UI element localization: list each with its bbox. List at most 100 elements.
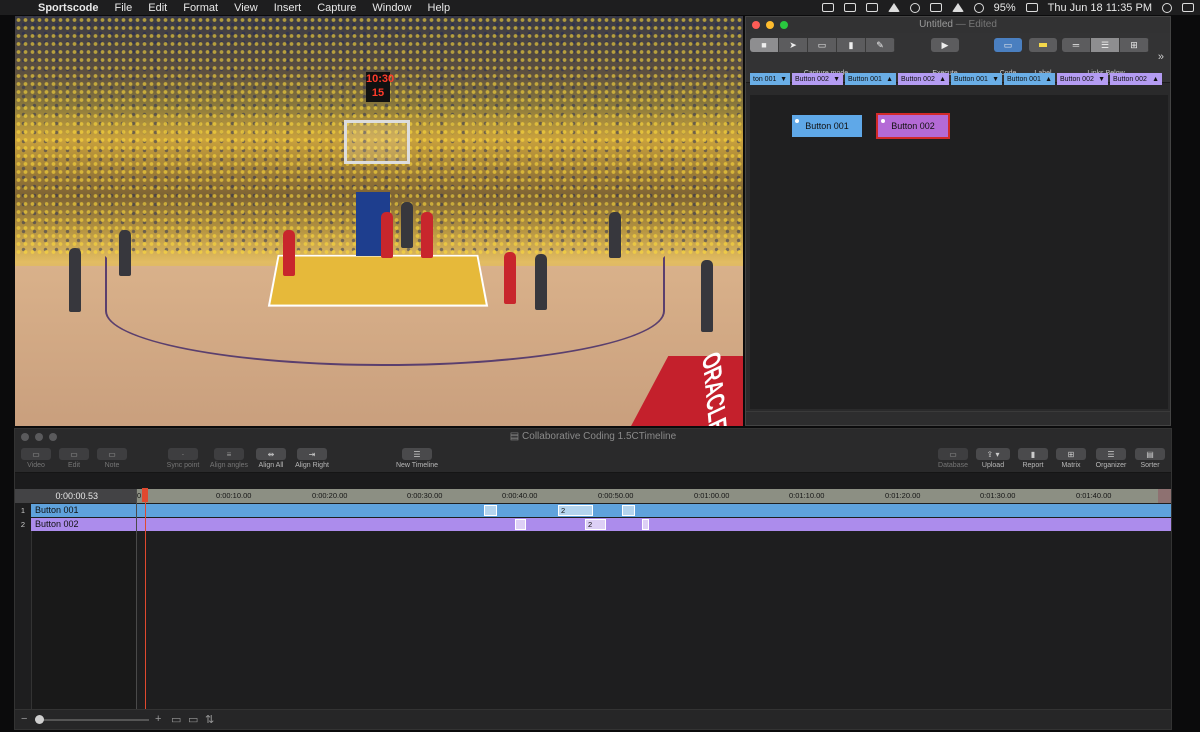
edit-tool[interactable]: ▭ Edit <box>57 448 91 469</box>
code-instance[interactable] <box>515 519 526 530</box>
new-timeline-tool[interactable]: ☰ New Timeline <box>391 448 443 469</box>
drive-icon[interactable] <box>843 3 856 12</box>
chart-mode-icon[interactable]: ▮ <box>837 38 866 52</box>
video-capture-icon[interactable]: ■ <box>750 38 779 52</box>
tag-item[interactable]: Button 002 ▲ <box>898 73 949 85</box>
code-window-titlebar[interactable]: Untitled — Edited <box>746 17 1170 33</box>
zoom-slider-track[interactable] <box>35 719 149 721</box>
minimize-icon[interactable] <box>766 21 774 29</box>
links-below-icon[interactable]: ☰ <box>1091 38 1120 52</box>
pointer-mode-icon[interactable]: ➤ <box>779 38 808 52</box>
links-off-icon[interactable]: ═ <box>1062 38 1091 52</box>
timeline-row[interactable]: 2 Button 002 2 <box>15 518 1171 531</box>
organizer-tool[interactable]: ☰ Organizer <box>1092 448 1130 469</box>
close-icon[interactable] <box>21 433 29 441</box>
bluetooth-icon[interactable] <box>951 3 964 12</box>
report-tool[interactable]: ▮ Report <box>1016 448 1050 469</box>
battery-icon[interactable] <box>1025 3 1038 12</box>
code-button-002[interactable]: Button 002 <box>876 113 950 139</box>
wifi-icon[interactable] <box>973 2 984 13</box>
row-header-divider <box>136 489 137 709</box>
execute-button[interactable]: ▶ <box>931 38 959 52</box>
menu-insert[interactable]: Insert <box>266 2 310 14</box>
row-name[interactable]: Button 002 <box>31 518 136 531</box>
menu-app-name[interactable]: Sportscode <box>30 2 107 14</box>
sort-rows-icon[interactable]: ⇅ <box>205 713 214 726</box>
collapse-rows-icon[interactable]: ▭ <box>188 713 198 726</box>
code-instance[interactable] <box>622 505 635 516</box>
sorter-tool[interactable]: ▤ Sorter <box>1133 448 1167 469</box>
clock[interactable]: Thu Jun 18 11:35 PM <box>1048 2 1152 14</box>
timer-icon[interactable] <box>929 3 942 12</box>
timeline-row[interactable]: 1 Button 001 2 <box>15 504 1171 517</box>
timeline-titlebar[interactable]: ▤ Collaborative Coding 1.5CTimeline <box>15 429 1171 445</box>
current-timecode[interactable]: 0:00:00.53 <box>15 489 136 503</box>
upload-label: Upload <box>981 462 1005 469</box>
row-name[interactable]: Button 001 <box>31 504 136 517</box>
pencil-mode-icon[interactable]: ✎ <box>866 38 895 52</box>
toolbar-overflow-icon[interactable]: » <box>1158 51 1164 63</box>
battery-percent: 95% <box>993 1 1016 14</box>
sync-icon[interactable] <box>887 3 900 12</box>
code-instance[interactable]: 2 <box>585 519 606 530</box>
tag-item[interactable]: Button 001 ▼ <box>951 73 1002 85</box>
upload-tool[interactable]: ⇪ ▾ Upload <box>973 448 1013 469</box>
display-icon[interactable] <box>865 3 878 12</box>
ruler-label: 0:00:30.00 <box>407 491 443 500</box>
security-icon[interactable] <box>909 2 920 13</box>
menu-view[interactable]: View <box>226 2 266 14</box>
tag-item[interactable]: Button 001 ▲ <box>845 73 896 85</box>
row-lane[interactable]: 2 <box>136 518 1171 531</box>
links-all-icon[interactable]: ⊞ <box>1120 38 1149 52</box>
tag-item[interactable]: Button 002 ▲ <box>1110 73 1162 85</box>
menu-window[interactable]: Window <box>364 2 419 14</box>
menu-help[interactable]: Help <box>420 2 459 14</box>
tag-item[interactable]: ton 001 ▼ <box>750 73 790 85</box>
menu-file[interactable]: File <box>107 2 141 14</box>
timeline-title: Collaborative Coding 1.5CTimeline <box>522 431 677 442</box>
video-tool[interactable]: ▭ Video <box>19 448 53 469</box>
ruler-label: 0:01:00.00 <box>694 491 730 500</box>
code-instance[interactable] <box>642 519 649 530</box>
label-button[interactable] <box>1029 38 1057 52</box>
tag-item[interactable]: Button 002 ▼ <box>1057 73 1108 85</box>
sync-point-tool[interactable]: · Sync point <box>163 448 203 469</box>
code-button-001[interactable]: Button 001 <box>792 115 862 137</box>
zoom-slider-knob[interactable] <box>35 715 44 724</box>
align-right-tool[interactable]: ⇥ Align Right <box>291 448 333 469</box>
expand-rows-icon[interactable]: ▭ <box>171 713 181 726</box>
note-tool[interactable]: ▭ Note <box>95 448 129 469</box>
code-instance[interactable] <box>484 505 497 516</box>
zoom-in-icon[interactable]: + <box>155 713 161 725</box>
align-angles-tool[interactable]: ≡ Align angles <box>205 448 253 469</box>
align-all-tool[interactable]: ⇹ Align All <box>253 448 289 469</box>
video-player[interactable]: 10:30 15 ORACLE <box>15 16 743 426</box>
zoom-icon[interactable] <box>49 433 57 441</box>
sync-point-label: Sync point <box>166 462 200 469</box>
menu-capture[interactable]: Capture <box>309 2 364 14</box>
close-icon[interactable] <box>752 21 760 29</box>
timeline-empty-area[interactable] <box>15 531 1171 709</box>
screen-record-icon[interactable] <box>821 3 834 12</box>
database-tool[interactable]: ▭ Database <box>933 448 973 469</box>
minimize-icon[interactable] <box>35 433 43 441</box>
button-mode-icon[interactable]: ▭ <box>808 38 837 52</box>
tag-text: Button 002 <box>1113 75 1147 83</box>
zoom-icon[interactable] <box>780 21 788 29</box>
menu-format[interactable]: Format <box>175 2 226 14</box>
row-lane[interactable]: 2 <box>136 504 1171 517</box>
playhead-line[interactable] <box>145 489 146 709</box>
code-button[interactable]: ▭ <box>994 38 1022 52</box>
time-ruler[interactable]: 0 0:00:10.00 0:00:20.00 0:00:30.00 0:00:… <box>136 489 1171 503</box>
code-instance[interactable]: 2 <box>558 505 593 516</box>
zoom-out-icon[interactable]: − <box>21 713 27 725</box>
tag-arrow-icon: ▼ <box>1098 75 1105 83</box>
tag-item[interactable]: Button 001 ▲ <box>1004 73 1055 85</box>
code-window-canvas[interactable]: Button 001 Button 002 <box>750 95 1168 409</box>
search-icon[interactable] <box>1162 2 1172 13</box>
menu-list-icon[interactable] <box>1182 3 1194 12</box>
menu-edit[interactable]: Edit <box>140 2 175 14</box>
row-name-column <box>31 531 136 709</box>
tag-item[interactable]: Button 002 ▼ <box>792 73 843 85</box>
matrix-tool[interactable]: ⊞ Matrix <box>1054 448 1088 469</box>
